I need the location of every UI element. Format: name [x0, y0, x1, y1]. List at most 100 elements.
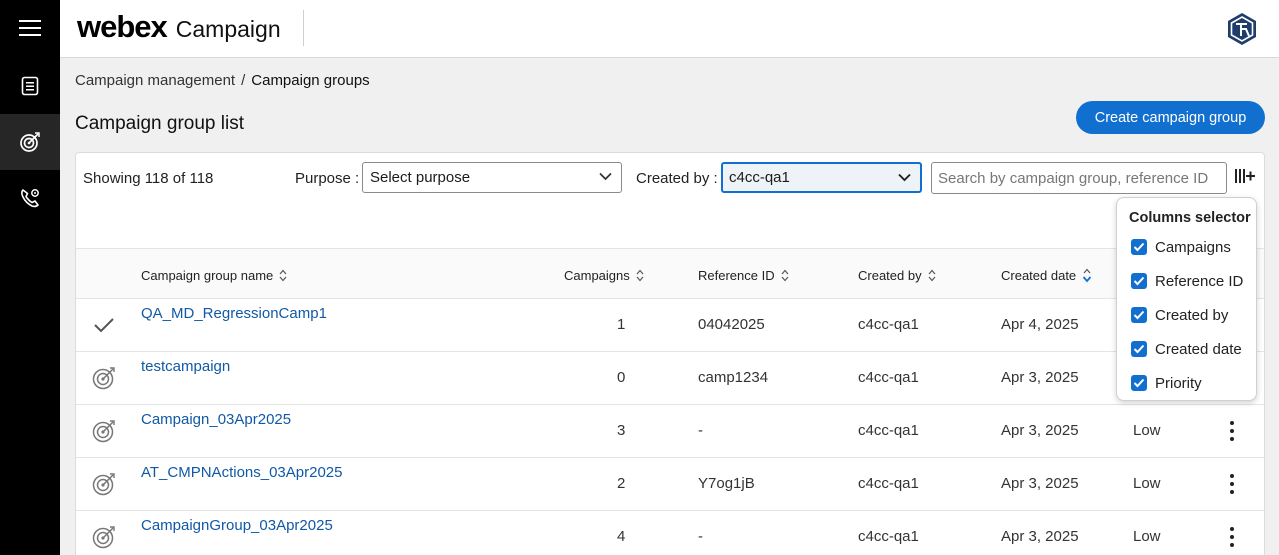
- breadcrumb: Campaign management / Campaign groups: [75, 72, 370, 89]
- table-row[interactable]: Campaign_03Apr2025 3 - c4cc-qa1 Apr 3, 2025 L…: [76, 405, 1264, 458]
- campaign-group-name-link[interactable]: AT_CMPNActions_03Apr2025: [141, 464, 343, 481]
- created-date: Apr 3, 2025: [1001, 369, 1079, 386]
- header-created-by[interactable]: Created by: [858, 268, 936, 283]
- purpose-label: Purpose :: [295, 170, 360, 187]
- created-by: c4cc-qa1: [858, 475, 919, 492]
- columns-selector-title: Columns selector: [1129, 210, 1251, 226]
- reference-id: -: [698, 528, 703, 545]
- priority: Low: [1133, 422, 1161, 439]
- search-placeholder: Search by campaign group, reference ID: [938, 170, 1209, 187]
- header-campaign-group-name[interactable]: Campaign group name: [141, 268, 287, 283]
- column-selector-icon[interactable]: [1234, 167, 1256, 187]
- table-header: Campaign group name Campaigns Reference …: [76, 248, 1264, 299]
- campaigns-count: 3: [617, 422, 626, 439]
- target-icon: [91, 365, 117, 391]
- breadcrumb-separator: /: [241, 72, 246, 89]
- campaign-target-icon[interactable]: [0, 114, 60, 170]
- reference-id: Y7og1jB: [698, 475, 755, 492]
- sort-descending-icon: [1082, 268, 1092, 283]
- column-option-label: Created date: [1155, 340, 1242, 358]
- created-by: c4cc-qa1: [858, 422, 919, 439]
- created-by-label: Created by :: [636, 170, 718, 187]
- sort-icon: [928, 269, 936, 282]
- breadcrumb-current: Campaign groups: [251, 72, 370, 89]
- menu-icon[interactable]: [0, 0, 60, 56]
- list-document-icon[interactable]: [0, 58, 60, 114]
- reference-id: 04042025: [698, 316, 765, 333]
- row-actions-kebab-icon[interactable]: [1224, 472, 1240, 496]
- header-created-date[interactable]: Created date: [1001, 268, 1092, 283]
- campaign-group-table-panel: Showing 118 of 118 Purpose : Select purp…: [75, 152, 1265, 555]
- header-reference-id[interactable]: Reference ID: [698, 268, 789, 283]
- search-input[interactable]: Search by campaign group, reference ID: [931, 162, 1227, 194]
- column-option-label: Priority: [1155, 374, 1202, 392]
- purpose-select-value: Select purpose: [370, 169, 471, 186]
- breadcrumb-parent-link[interactable]: Campaign management: [75, 72, 235, 89]
- priority: Low: [1133, 475, 1161, 492]
- created-date: Apr 3, 2025: [1001, 422, 1079, 439]
- phone-settings-icon[interactable]: [0, 170, 60, 226]
- campaign-group-name-link[interactable]: Campaign_03Apr2025: [141, 411, 291, 428]
- column-option[interactable]: Campaigns: [1131, 237, 1231, 257]
- created-date: Apr 3, 2025: [1001, 475, 1079, 492]
- sort-icon: [279, 269, 287, 282]
- created-by: c4cc-qa1: [858, 528, 919, 545]
- product-name: Campaign: [175, 16, 281, 42]
- table-row[interactable]: testcampaign 0 camp1234 c4cc-qa1 Apr 3, 2025: [76, 352, 1264, 405]
- priority: Low: [1133, 528, 1161, 545]
- header-label: Created date: [1001, 268, 1077, 283]
- created-by-select-value: c4cc-qa1: [729, 169, 790, 186]
- checkbox-checked-icon[interactable]: [1131, 239, 1147, 255]
- campaigns-count: 0: [617, 369, 626, 386]
- created-date: Apr 3, 2025: [1001, 528, 1079, 545]
- check-icon: [91, 312, 117, 338]
- column-option-label: Campaigns: [1155, 238, 1231, 256]
- target-icon: [91, 524, 117, 550]
- purpose-select[interactable]: Select purpose: [362, 162, 622, 193]
- column-option[interactable]: Created date: [1131, 339, 1242, 359]
- create-campaign-group-button[interactable]: Create campaign group: [1076, 101, 1265, 134]
- sort-icon: [636, 269, 644, 282]
- campaigns-count: 2: [617, 475, 626, 492]
- chevron-down-icon: [599, 172, 612, 181]
- campaigns-count: 4: [617, 528, 626, 545]
- header-campaigns[interactable]: Campaigns: [564, 268, 644, 283]
- table-row[interactable]: CampaignGroup_03Apr2025 4 - c4cc-qa1 Apr 3, …: [76, 511, 1264, 555]
- checkbox-checked-icon[interactable]: [1131, 375, 1147, 391]
- column-option[interactable]: Created by: [1131, 305, 1228, 325]
- page-title: Campaign group list: [75, 113, 244, 134]
- target-icon: [91, 471, 117, 497]
- webex-logo: webex: [77, 9, 168, 44]
- campaign-group-name-link[interactable]: testcampaign: [141, 358, 230, 375]
- column-option[interactable]: Priority: [1131, 373, 1202, 393]
- header-divider: [303, 10, 304, 46]
- checkbox-checked-icon[interactable]: [1131, 341, 1147, 357]
- app-brand: webex Campaign: [77, 9, 281, 45]
- column-option-label: Reference ID: [1155, 272, 1244, 290]
- result-count: Showing 118 of 118: [83, 170, 214, 187]
- columns-selector-popover: Columns selector Campaigns Reference ID Cr…: [1116, 197, 1257, 401]
- reference-id: camp1234: [698, 369, 769, 386]
- top-header: webex Campaign: [60, 0, 1279, 58]
- chevron-down-icon: [898, 173, 911, 182]
- checkbox-checked-icon[interactable]: [1131, 307, 1147, 323]
- header-label: Campaign group name: [141, 268, 274, 283]
- campaigns-count: 1: [617, 316, 626, 333]
- header-label: Campaigns: [564, 268, 630, 283]
- column-option[interactable]: Reference ID: [1131, 271, 1243, 291]
- header-label: Reference ID: [698, 268, 775, 283]
- user-avatar-icon[interactable]: [1225, 12, 1259, 46]
- table-row[interactable]: AT_CMPNActions_03Apr2025 2 Y7og1jB c4cc-qa1…: [76, 458, 1264, 511]
- row-actions-kebab-icon[interactable]: [1224, 419, 1240, 443]
- table-row[interactable]: QA_MD_RegressionCamp1 1 04042025 c4cc-qa1 Ap…: [76, 299, 1264, 352]
- header-label: Created by: [858, 268, 922, 283]
- created-by-select[interactable]: c4cc-qa1: [721, 162, 922, 193]
- campaign-group-name-link[interactable]: CampaignGroup_03Apr2025: [141, 517, 333, 534]
- campaign-group-name-link[interactable]: QA_MD_RegressionCamp1: [141, 305, 327, 322]
- reference-id: -: [698, 422, 703, 439]
- sort-icon: [781, 269, 789, 282]
- column-option-label: Created by: [1155, 306, 1229, 324]
- row-actions-kebab-icon[interactable]: [1224, 525, 1240, 549]
- target-icon: [91, 418, 117, 444]
- checkbox-checked-icon[interactable]: [1131, 273, 1147, 289]
